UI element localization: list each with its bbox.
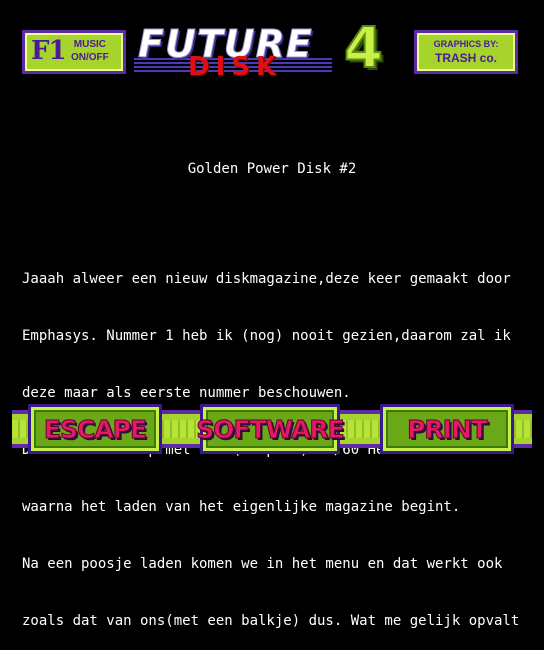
trash-co-label: TRASH co.	[434, 51, 497, 65]
article-line: deze maar als eerste nummer beschouwen.	[22, 385, 351, 401]
logo-disk-text: DISK	[188, 52, 283, 82]
article-line: waarna het laden van het eigenlijke maga…	[22, 499, 461, 515]
music-label: MUSIC	[73, 39, 106, 50]
escape-button[interactable]: ESCAPE	[28, 404, 162, 454]
article-line: Emphasys. Nummer 1 heb ik (nog) nooit ge…	[22, 328, 511, 344]
music-toggle-panel[interactable]: F1 MUSIC ON/OFF	[22, 30, 126, 74]
article-title: Golden Power Disk #2	[187, 161, 357, 177]
article-line: Jaaah alweer een nieuw diskmagazine,deze…	[22, 271, 511, 287]
logo-issue-number: 4	[343, 15, 384, 82]
software-button[interactable]: SOFTWARE	[196, 404, 345, 454]
future-disk-logo: FUTURE DISK 4	[132, 15, 412, 84]
software-button-label: SOFTWARE	[196, 414, 346, 444]
article-line: zoals dat van ons(met een balkje) dus. W…	[22, 613, 520, 629]
print-button[interactable]: PRINT	[380, 404, 514, 454]
music-toggle-label: MUSIC ON/OFF	[71, 38, 109, 64]
print-button-label: PRINT	[407, 414, 489, 444]
graphics-credits-panel: GRAPHICS BY: TRASH co.	[414, 30, 518, 74]
f1-key-label: F1	[31, 36, 67, 66]
escape-button-label: ESCAPE	[43, 414, 147, 444]
on-off-label: ON/OFF	[71, 52, 109, 63]
article-line: Na een poosje laden komen we in het menu…	[22, 556, 503, 572]
graphics-by-label: GRAPHICS BY:	[433, 39, 499, 49]
